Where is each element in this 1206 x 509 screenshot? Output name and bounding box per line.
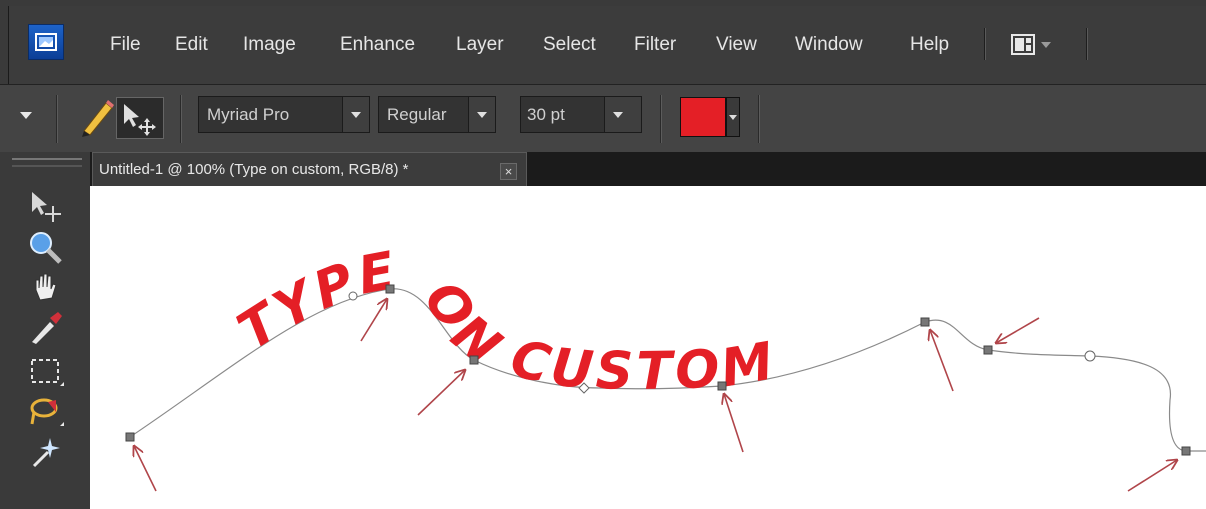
smooth-point[interactable] [1084, 350, 1096, 362]
anchor-point[interactable] [1181, 446, 1191, 456]
anchor-point[interactable] [983, 345, 993, 355]
smooth-point[interactable] [348, 291, 358, 301]
annotation-arrow [724, 394, 744, 453]
path-text[interactable]: TYPE ON CUSTOM [228, 241, 782, 402]
anchor-point[interactable] [385, 284, 395, 294]
annotation-arrow [930, 330, 954, 392]
annotation-arrow [417, 370, 465, 416]
annotation-arrow [1127, 460, 1177, 492]
anchor-point[interactable] [717, 381, 727, 391]
annotation-arrow [996, 317, 1040, 343]
canvas-drawing: TYPE ON CUSTOM [125, 241, 1206, 492]
anchor-point[interactable] [125, 432, 135, 442]
annotation-arrow [134, 446, 157, 492]
document-canvas[interactable]: TYPE ON CUSTOM [90, 186, 1206, 509]
anchor-point[interactable] [469, 355, 479, 365]
anchor-point[interactable] [920, 317, 930, 327]
